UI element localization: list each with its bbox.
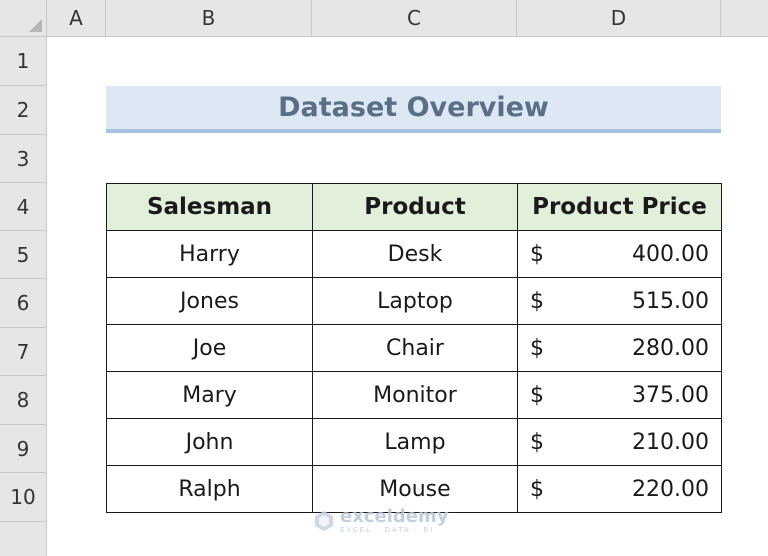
watermark-tagline: EXCEL · DATA · BI	[340, 526, 435, 534]
table-row: Joe Chair $280.00	[106, 324, 722, 372]
header-product-price[interactable]: Product Price	[517, 183, 722, 231]
price-cell[interactable]: $210.00	[517, 418, 722, 466]
select-all-triangle-icon	[29, 19, 42, 32]
price-cell[interactable]: $400.00	[517, 230, 722, 278]
header-product[interactable]: Product	[312, 183, 518, 231]
row-header-11[interactable]	[0, 522, 47, 556]
salesman-cell[interactable]: Jones	[106, 277, 313, 325]
currency-symbol: $	[530, 429, 544, 455]
table-row: Jones Laptop $515.00	[106, 277, 722, 325]
price-value: 400.00	[632, 241, 709, 267]
price-value: 280.00	[632, 335, 709, 361]
price-value: 220.00	[632, 476, 709, 502]
product-cell[interactable]: Lamp	[312, 418, 518, 466]
exceldemy-logo-icon	[315, 511, 333, 531]
column-header-b[interactable]: B	[106, 0, 312, 37]
row-header-9[interactable]: 9	[0, 425, 47, 473]
table-row: Harry Desk $400.00	[106, 230, 722, 278]
column-header-c[interactable]: C	[312, 0, 517, 37]
row-header-6[interactable]: 6	[0, 279, 47, 328]
price-value: 515.00	[632, 288, 709, 314]
currency-symbol: $	[530, 288, 544, 314]
product-cell[interactable]: Desk	[312, 230, 518, 278]
currency-symbol: $	[530, 335, 544, 361]
table-header-row: Salesman Product Product Price	[106, 183, 722, 231]
price-value: 375.00	[632, 382, 709, 408]
table-row: John Lamp $210.00	[106, 418, 722, 466]
row-header-8[interactable]: 8	[0, 376, 47, 425]
dataset-title: Dataset Overview	[278, 92, 549, 123]
price-cell[interactable]: $375.00	[517, 371, 722, 419]
dataset-title-cell[interactable]: Dataset Overview	[106, 86, 721, 133]
price-cell[interactable]: $515.00	[517, 277, 722, 325]
row-header-10[interactable]: 10	[0, 473, 47, 522]
row-header-7[interactable]: 7	[0, 328, 47, 376]
product-cell[interactable]: Monitor	[312, 371, 518, 419]
currency-symbol: $	[530, 382, 544, 408]
salesman-cell[interactable]: Mary	[106, 371, 313, 419]
column-header-a[interactable]: A	[47, 0, 106, 37]
salesman-cell[interactable]: John	[106, 418, 313, 466]
price-value: 210.00	[632, 429, 709, 455]
select-all-corner[interactable]	[0, 0, 47, 37]
row-header-3[interactable]: 3	[0, 135, 47, 183]
price-cell[interactable]: $280.00	[517, 324, 722, 372]
price-cell[interactable]: $220.00	[517, 465, 722, 513]
row-header-1[interactable]: 1	[0, 37, 47, 86]
product-cell[interactable]: Laptop	[312, 277, 518, 325]
row-header-4[interactable]: 4	[0, 183, 47, 231]
column-header-e[interactable]	[721, 0, 768, 37]
watermark-name: exceldemy	[340, 506, 449, 527]
row-header-5[interactable]: 5	[0, 231, 47, 279]
row-header-2[interactable]: 2	[0, 86, 47, 135]
exceldemy-watermark: exceldemy EXCEL · DATA · BI	[312, 508, 448, 534]
sales-table: Salesman Product Product Price Harry Des…	[106, 183, 722, 513]
column-header-d[interactable]: D	[517, 0, 721, 37]
salesman-cell[interactable]: Ralph	[106, 465, 313, 513]
table-row: Mary Monitor $375.00	[106, 371, 722, 419]
salesman-cell[interactable]: Harry	[106, 230, 313, 278]
product-cell[interactable]: Chair	[312, 324, 518, 372]
currency-symbol: $	[530, 476, 544, 502]
salesman-cell[interactable]: Joe	[106, 324, 313, 372]
currency-symbol: $	[530, 241, 544, 267]
header-salesman[interactable]: Salesman	[106, 183, 313, 231]
